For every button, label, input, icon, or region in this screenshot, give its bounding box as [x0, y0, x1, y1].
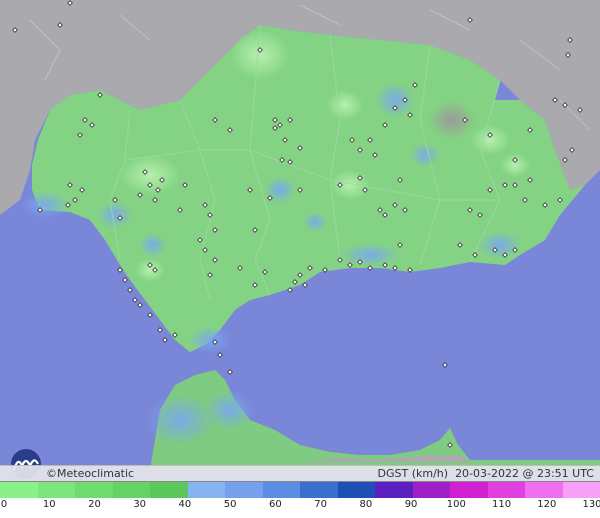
legend-tick: 110	[492, 499, 511, 510]
color-legend: 0 10 20 30 40 50 60 70 80 90 100 110 120 130	[0, 481, 600, 518]
legend-tick: 10	[43, 499, 56, 510]
legend-swatch	[375, 482, 413, 498]
legend-tick: 100	[447, 499, 466, 510]
legend-swatch	[525, 482, 563, 498]
legend-swatch	[450, 482, 488, 498]
legend-tick: 70	[314, 499, 327, 510]
legend-swatch	[263, 482, 301, 498]
legend-tick: 80	[359, 499, 372, 510]
legend-tick: 20	[88, 499, 101, 510]
legend-swatch	[488, 482, 526, 498]
map-canvas	[0, 0, 600, 517]
legend-swatch	[338, 482, 376, 498]
copyright-symbol: ©	[46, 467, 57, 480]
legend-swatch	[188, 482, 226, 498]
legend-swatch	[563, 482, 600, 498]
legend-tick: 30	[133, 499, 146, 510]
legend-tick: 40	[179, 499, 192, 510]
legend-tick: 120	[537, 499, 556, 510]
legend-tick: 90	[405, 499, 418, 510]
legend-tick: 50	[224, 499, 237, 510]
weather-map[interactable]	[0, 0, 600, 517]
legend-swatch	[413, 482, 451, 498]
legend-swatch	[150, 482, 188, 498]
brand-name[interactable]: Meteoclimatic	[57, 467, 134, 480]
legend-color-strip	[0, 482, 600, 498]
legend-tick: 130	[582, 499, 600, 510]
legend-swatch	[225, 482, 263, 498]
info-bar: ©Meteoclimatic DGST (km/h) 20-03-2022 @ …	[0, 465, 600, 481]
variable-label: DGST (km/h)	[378, 467, 449, 480]
legend-tick-labels: 0 10 20 30 40 50 60 70 80 90 100 110 120 130	[0, 499, 600, 513]
brand-label: ©Meteoclimatic	[46, 467, 134, 480]
legend-swatch	[113, 482, 151, 498]
legend-swatch	[38, 482, 76, 498]
timestamp-label: 20-03-2022 @ 23:51 UTC	[455, 467, 594, 480]
legend-swatch	[75, 482, 113, 498]
legend-swatch	[300, 482, 338, 498]
overlay-info: DGST (km/h) 20-03-2022 @ 23:51 UTC	[378, 467, 594, 480]
legend-tick: 0	[1, 499, 7, 510]
legend-tick: 60	[269, 499, 282, 510]
legend-swatch	[0, 482, 38, 498]
